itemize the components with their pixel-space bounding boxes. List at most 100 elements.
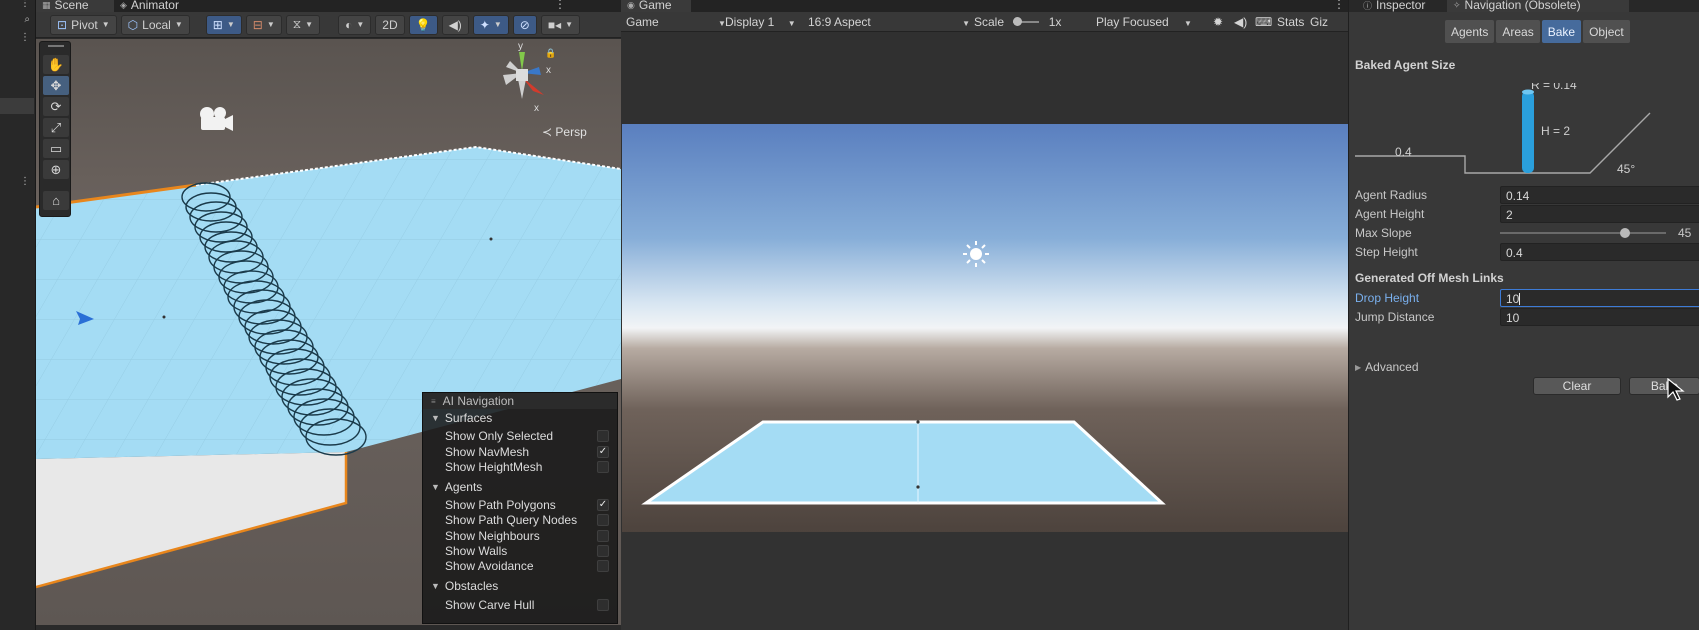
toggle-show-neighbours[interactable]: Show Neighbours	[445, 529, 613, 543]
toggle-show-path-query-nodes[interactable]: Show Path Query Nodes	[445, 513, 613, 527]
max-slope-row: Max Slope 45	[1355, 224, 1699, 242]
max-slope-slider[interactable]	[1500, 228, 1666, 238]
play-focused-dropdown[interactable]: Play Focused ▼	[1096, 15, 1192, 29]
subtab-bake[interactable]: Bake	[1541, 20, 1582, 43]
stats-button[interactable]: Stats	[1277, 15, 1304, 29]
left-search-icon[interactable]: ⌕	[0, 14, 34, 28]
agent-radius-input[interactable]: 0.14	[1500, 186, 1699, 204]
checkbox[interactable]	[597, 599, 609, 611]
hand-tool-icon[interactable]: ✋	[43, 55, 69, 74]
subtab-agents[interactable]: Agents	[1445, 20, 1495, 43]
scene-toolbar: ⊡ Pivot ▼ ⬡ Local ▼ ⊞ ▼ ⊟ ▼ ⧖ ▼ ◐ ▼ 2D �	[36, 12, 621, 38]
orientation-gizmo[interactable]: y x x	[503, 41, 551, 114]
left-kebab-icon-2[interactable]: ⋮	[0, 32, 34, 46]
left-selected-row[interactable]	[0, 98, 34, 114]
game-viewport[interactable]	[622, 124, 1350, 532]
mouse-cursor-icon	[1667, 377, 1685, 405]
advanced-foldout[interactable]: ▶ Advanced	[1355, 360, 1419, 374]
triangle-right-icon: ▶	[1355, 362, 1362, 372]
rect-tool-icon[interactable]: ▭	[43, 139, 69, 158]
lighting-toggle[interactable]: 💡	[408, 14, 438, 35]
scale-slider[interactable]: Scale 1x	[974, 15, 1061, 29]
camera-icon: ■◂	[547, 17, 562, 32]
navigation-icon: ✧	[1453, 0, 1461, 10]
pivot-dropdown[interactable]: ⊡ Pivot ▼	[50, 14, 117, 35]
gizmos-button[interactable]: Giz	[1310, 15, 1328, 29]
scene-tabbar: ▦ Scene ◈ Animator ⋮	[36, 0, 621, 12]
game-kebab-icon[interactable]: ⋮	[1333, 0, 1345, 11]
mute-audio-icon[interactable]: ◀)	[1234, 15, 1247, 29]
toggle-show-navmesh[interactable]: Show NavMesh ✓	[445, 445, 613, 459]
custom-tool-icon[interactable]: ⌂	[43, 191, 69, 210]
scene-viewport[interactable]: y x x 🔒 ✋ ✥ ⟳ ⤢ ▭ ⊕ ⌂ ≺ Persp ≡ AI Navig…	[36, 39, 621, 625]
toggle-show-path-polygons[interactable]: Show Path Polygons ✓	[445, 498, 613, 512]
toggle-show-heightmesh[interactable]: Show HeightMesh	[445, 460, 613, 474]
palette-grip[interactable]	[48, 45, 64, 47]
keyboard-icon[interactable]: ⌨	[1255, 15, 1272, 29]
scale-tool-icon[interactable]: ⤢	[43, 118, 69, 137]
max-slope-label: Max Slope	[1355, 226, 1412, 240]
left-dock-strip: ⋮ ⌕ ⋮ ⋮	[0, 0, 36, 630]
toggle-2d-button[interactable]: 2D	[375, 14, 405, 35]
section-agents[interactable]: ▼ Agents	[431, 480, 482, 494]
step-height-row: Step Height 0.4	[1355, 243, 1699, 261]
step-height-input[interactable]: 0.4	[1500, 243, 1699, 261]
local-dropdown[interactable]: ⬡ Local ▼	[120, 14, 190, 35]
overlay-title-bar[interactable]: ≡ AI Navigation	[423, 393, 617, 409]
transform-tool-icon[interactable]: ⊕	[43, 160, 69, 179]
jump-distance-input[interactable]: 10	[1500, 308, 1699, 326]
checkbox[interactable]	[597, 530, 609, 542]
agent-height-input[interactable]: 2	[1500, 205, 1699, 223]
game-tabbar: ◉ Game ⋮	[621, 0, 1348, 12]
display-dropdown[interactable]: Display 1 ▼	[725, 15, 796, 29]
section-obstacles[interactable]: ▼ Obstacles	[431, 579, 498, 593]
checkbox[interactable]	[597, 514, 609, 526]
toggle-show-carve-hull[interactable]: Show Carve Hull	[445, 598, 613, 612]
bug-icon[interactable]: ✹	[1213, 15, 1223, 29]
scene-camera-icon[interactable]	[196, 105, 234, 136]
aspect-dropdown[interactable]: 16:9 Aspect ▼	[808, 15, 970, 29]
clear-button[interactable]: Clear	[1533, 377, 1621, 395]
max-slope-value[interactable]: 45	[1678, 226, 1691, 240]
draw-mode-dropdown[interactable]: ◐ ▼	[338, 14, 372, 35]
game-view-dropdown[interactable]: Game ▼	[626, 15, 726, 29]
drop-height-input[interactable]: 10	[1500, 289, 1699, 307]
tab-inspector[interactable]: ⓘ Inspector	[1357, 0, 1431, 12]
scene-visibility-toggle[interactable]: ⊘	[512, 14, 537, 35]
lock-icon[interactable]: 🔒	[545, 48, 556, 59]
tab-scene[interactable]: ▦ Scene	[36, 0, 114, 12]
tab-animator[interactable]: ◈ Animator	[114, 0, 185, 12]
effects-dropdown[interactable]: ✦ ▼	[472, 14, 509, 35]
max-slope-thumb[interactable]	[1619, 228, 1630, 238]
tab-game[interactable]: ◉ Game	[621, 0, 691, 12]
toggle-show-avoidance[interactable]: Show Avoidance	[445, 559, 613, 573]
step-height-label: Step Height	[1355, 245, 1418, 259]
checkbox[interactable]	[597, 560, 609, 572]
section-surfaces[interactable]: ▼ Surfaces	[431, 411, 492, 425]
subtab-object[interactable]: Object	[1583, 20, 1630, 43]
camera-settings-dropdown[interactable]: ■◂ ▼	[540, 14, 581, 35]
scale-thumb[interactable]	[1013, 17, 1023, 26]
grid-snap-button[interactable]: ⊞ ▼	[205, 14, 242, 35]
increment-snap-button[interactable]: ⊟ ▼	[245, 14, 282, 35]
checkbox-checked[interactable]: ✓	[597, 446, 609, 458]
scene-kebab-icon[interactable]: ⋮	[554, 0, 566, 11]
checkbox[interactable]	[597, 461, 609, 473]
scale-track[interactable]	[1013, 17, 1040, 26]
toggle-show-only-selected[interactable]: Show Only Selected	[445, 429, 613, 443]
bake-button[interactable]: Bake	[1629, 377, 1699, 395]
left-kebab-icon-3[interactable]: ⋮	[0, 176, 34, 190]
tab-navigation[interactable]: ✧ Navigation (Obsolete)	[1447, 0, 1629, 12]
rotate-tool-icon[interactable]: ⟳	[43, 97, 69, 116]
diagram-profile-line	[1355, 112, 1651, 174]
left-kebab-icon[interactable]: ⋮	[0, 0, 34, 12]
checkbox[interactable]	[597, 545, 609, 557]
persp-label[interactable]: ≺ Persp	[542, 125, 587, 139]
align-button[interactable]: ⧖ ▼	[285, 14, 321, 35]
subtab-areas[interactable]: Areas	[1496, 20, 1540, 43]
move-tool-icon[interactable]: ✥	[43, 76, 69, 95]
audio-toggle[interactable]: ◀)	[441, 14, 469, 35]
checkbox-checked[interactable]: ✓	[597, 499, 609, 511]
toggle-show-walls[interactable]: Show Walls	[445, 544, 613, 558]
checkbox[interactable]	[597, 430, 609, 442]
